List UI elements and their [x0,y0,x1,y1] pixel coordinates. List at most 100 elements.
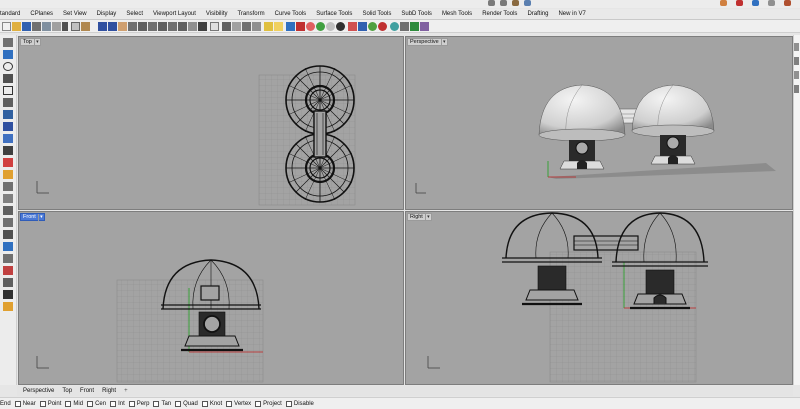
tab-curve-tools[interactable]: Curve Tools [270,9,312,20]
copy-icon[interactable] [71,22,80,31]
layer-toolbar-icon[interactable] [286,22,295,31]
osnap-project[interactable]: Project [255,400,282,407]
tab-visibility[interactable]: Visibility [201,9,233,20]
package-icon[interactable] [420,22,429,31]
tab-render-tools[interactable]: Render Tools [477,9,522,20]
properties-icon[interactable] [524,0,531,6]
checkbox[interactable] [226,400,233,407]
pan-icon[interactable] [118,22,127,31]
osnap-mid[interactable]: Mid [65,400,83,407]
arc-icon[interactable] [3,74,13,83]
tab-set-view[interactable]: Set View [58,9,92,20]
panel-layers-icon[interactable] [794,57,799,65]
rotate-view-icon[interactable] [128,22,137,31]
osnap-vertex[interactable]: Vertex [226,400,251,407]
add-viewport-icon[interactable]: + [120,386,132,396]
panel-display-icon[interactable] [794,71,799,79]
zoom-window-icon[interactable] [148,22,157,31]
group-icon[interactable] [3,230,13,239]
osnap-end[interactable]: End [0,401,11,407]
render-toolbar-icon[interactable] [368,22,377,31]
layer-icon[interactable] [512,0,519,6]
vptab-perspective[interactable]: Perspective [17,386,58,396]
viewport-layout-icon[interactable] [188,22,197,31]
shaded-icon[interactable] [296,22,305,31]
trim-icon[interactable] [3,182,13,191]
viewport-top[interactable]: Top ▾ [18,36,404,210]
tab-surface-tools[interactable]: Surface Tools [311,9,357,20]
checkbox[interactable] [153,400,160,407]
import-icon[interactable] [42,22,51,31]
join-icon[interactable] [3,206,13,215]
curve-icon[interactable] [3,98,13,107]
environment-icon[interactable] [348,22,357,31]
select-icon[interactable] [210,22,219,31]
point-icon[interactable] [3,38,13,47]
panel-help-icon[interactable] [794,85,799,93]
vptab-front[interactable]: Front [76,386,98,396]
viewport-front[interactable]: Front ▾ [18,211,404,385]
texture-icon[interactable] [358,22,367,31]
circle-icon[interactable] [3,62,13,71]
polyline-icon[interactable] [3,50,13,59]
tab-viewport-layout[interactable]: Viewport Layout [148,9,201,20]
export-icon[interactable] [52,22,61,31]
open-icon[interactable] [12,22,21,31]
viewport-perspective[interactable]: Perspective ▾ [405,36,793,210]
undo-toolbar-icon[interactable] [98,22,107,31]
zoom-icon[interactable] [138,22,147,31]
color-wheel-icon[interactable] [316,22,325,31]
move-icon[interactable] [242,22,251,31]
osnap-disable[interactable]: Disable [285,400,314,407]
vptab-right[interactable]: Right [98,386,120,396]
four-viewports-icon[interactable] [198,22,207,31]
tab-drafting[interactable]: Drafting [522,9,553,20]
mirror-icon[interactable] [3,254,13,263]
chevron-down-icon[interactable]: ▾ [440,38,447,46]
rendered-icon[interactable] [306,22,315,31]
osnap-near[interactable]: Near [14,400,36,407]
settings-icon[interactable] [768,0,775,6]
close-panel-icon[interactable] [784,0,791,6]
dimension-icon[interactable] [3,278,13,287]
options-icon[interactable] [720,0,727,6]
save-icon[interactable] [22,22,31,31]
viewport-title-perspective[interactable]: Perspective ▾ [407,38,448,46]
grasshopper-icon[interactable] [410,22,419,31]
help-icon[interactable] [752,0,759,6]
solid-icon[interactable] [3,122,13,131]
checkbox[interactable] [14,400,21,407]
chevron-down-icon[interactable]: ▾ [33,38,40,46]
osnap-knot[interactable]: Knot [201,400,222,407]
bulb-icon[interactable] [274,22,283,31]
material-icon[interactable] [326,22,335,31]
rectangle-icon[interactable] [3,86,13,95]
undo-view-icon[interactable] [178,22,187,31]
split-icon[interactable] [3,194,13,203]
analyze-icon[interactable] [3,302,13,311]
render-icon[interactable] [736,0,743,6]
osnap-perp[interactable]: Perp [128,400,149,407]
check-icon[interactable] [3,290,13,299]
checkbox[interactable] [285,400,292,407]
tab-display[interactable]: Display [92,9,122,20]
options-toolbar-icon[interactable] [400,22,409,31]
osnap-cen[interactable]: Cen [87,400,106,407]
extrude-icon[interactable] [3,134,13,143]
tab-standard[interactable]: tandard [0,9,25,20]
tab-subd-tools[interactable]: SubD Tools [396,9,437,20]
osnap-tan[interactable]: Tan [153,400,171,407]
checkbox[interactable] [110,400,117,407]
checkbox[interactable] [201,400,208,407]
light-icon[interactable] [264,22,273,31]
new-icon[interactable] [2,22,11,31]
zoom-extents-icon[interactable] [158,22,167,31]
fillet-icon[interactable] [3,170,13,179]
scale-icon[interactable] [3,266,13,275]
checkbox[interactable] [39,400,46,407]
undo-icon[interactable] [488,0,495,6]
grid-icon[interactable] [232,22,241,31]
tab-new-in-v7[interactable]: New in V7 [553,9,590,20]
vptab-top[interactable]: Top [58,386,76,396]
cplane-icon[interactable] [222,22,231,31]
